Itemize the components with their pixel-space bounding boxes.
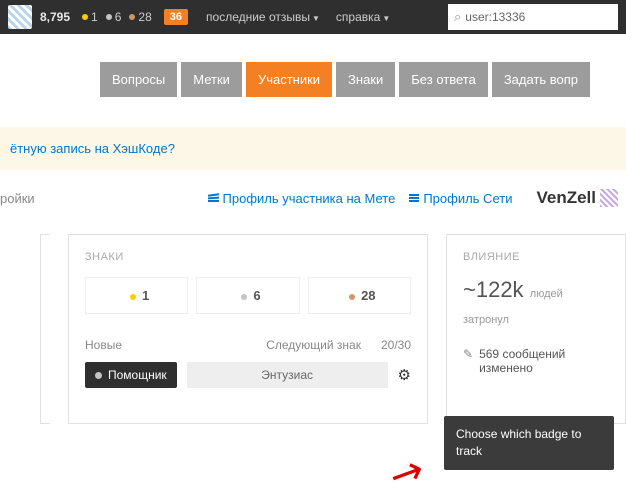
bronze-count: 28 [138,10,151,24]
badges-panel: ЗНАКИ 1 6 28 Новые Следующий знак 20/30 … [68,234,428,424]
tab-unanswered[interactable]: Без ответа [399,62,488,97]
reach-number: ~122k людей затронул [463,277,609,329]
gear-tooltip: Choose which badge to track [444,416,614,470]
badges-title: ЗНАКИ [85,251,411,263]
search-input[interactable] [465,10,612,24]
new-badges-label: Новые [85,338,122,352]
network-icon [409,194,419,202]
profile-avatar[interactable] [600,189,618,207]
impact-title: ВЛИЯНИЕ [463,251,609,263]
gear-icon[interactable]: ⚙ [398,366,411,384]
network-profile-link[interactable]: Профиль Сети [409,191,512,206]
meta-profile-link[interactable]: Профиль участника на Мете [208,191,396,206]
username[interactable]: VenZell [536,188,596,208]
help-link[interactable]: справка▼ [336,10,390,24]
nav-tabs: Вопросы Метки Участники Знаки Без ответа… [0,34,626,97]
tab-ask[interactable]: Задать вопр [492,62,590,97]
silver-dot-icon [241,294,247,300]
annotation-arrow: ↗ [382,445,432,501]
inbox-badge[interactable]: 36 [164,9,188,25]
banner-link[interactable]: ётную запись на ХэшКоде? [10,141,175,156]
silver-dot [106,14,112,20]
profile-row: ройки Профиль участника на Мете Профиль … [0,170,626,222]
panels: ЗНАКИ 1 6 28 Новые Следующий знак 20/30 … [0,234,626,424]
bronze-badge-box[interactable]: 28 [308,277,411,314]
next-badge-label: Следующий знак [266,338,361,352]
banner: ётную запись на ХэшКоде? [0,127,626,170]
pencil-icon: ✎ [463,347,473,375]
gold-dot [82,14,88,20]
settings-label[interactable]: ройки [0,191,35,206]
next-badge-bar[interactable]: Энтузиас [187,362,388,388]
bronze-dot [129,14,135,20]
gold-dot-icon [130,294,136,300]
stack-icon [208,194,219,202]
gold-badge-box[interactable]: 1 [85,277,188,314]
user-avatar[interactable] [8,5,32,29]
gold-count: 1 [91,10,98,24]
search-box[interactable]: ⌕ [448,4,618,30]
reputation[interactable]: 8,795 [40,10,70,24]
chip-dot-icon [95,372,102,379]
new-badge-chip[interactable]: Помощник [85,362,177,388]
tab-questions[interactable]: Вопросы [100,62,177,97]
tab-users[interactable]: Участники [246,62,332,97]
impact-panel: ВЛИЯНИЕ ~122k людей затронул ✎ 569 сообщ… [446,234,626,424]
tab-badges[interactable]: Знаки [336,62,395,97]
edits-item: ✎ 569 сообщений изменено [463,347,609,375]
topbar: 8,795 1 6 28 36 последние отзывы▼ справк… [0,0,626,34]
badge-progress: 20/30 [381,338,411,352]
silver-badge-box[interactable]: 6 [196,277,299,314]
recent-reviews-link[interactable]: последние отзывы▼ [206,10,320,24]
bronze-dot-icon [349,294,355,300]
search-icon: ⌕ [454,9,461,25]
tab-tags[interactable]: Метки [181,62,242,97]
silver-count: 6 [115,10,122,24]
left-panel-edge [40,234,50,424]
